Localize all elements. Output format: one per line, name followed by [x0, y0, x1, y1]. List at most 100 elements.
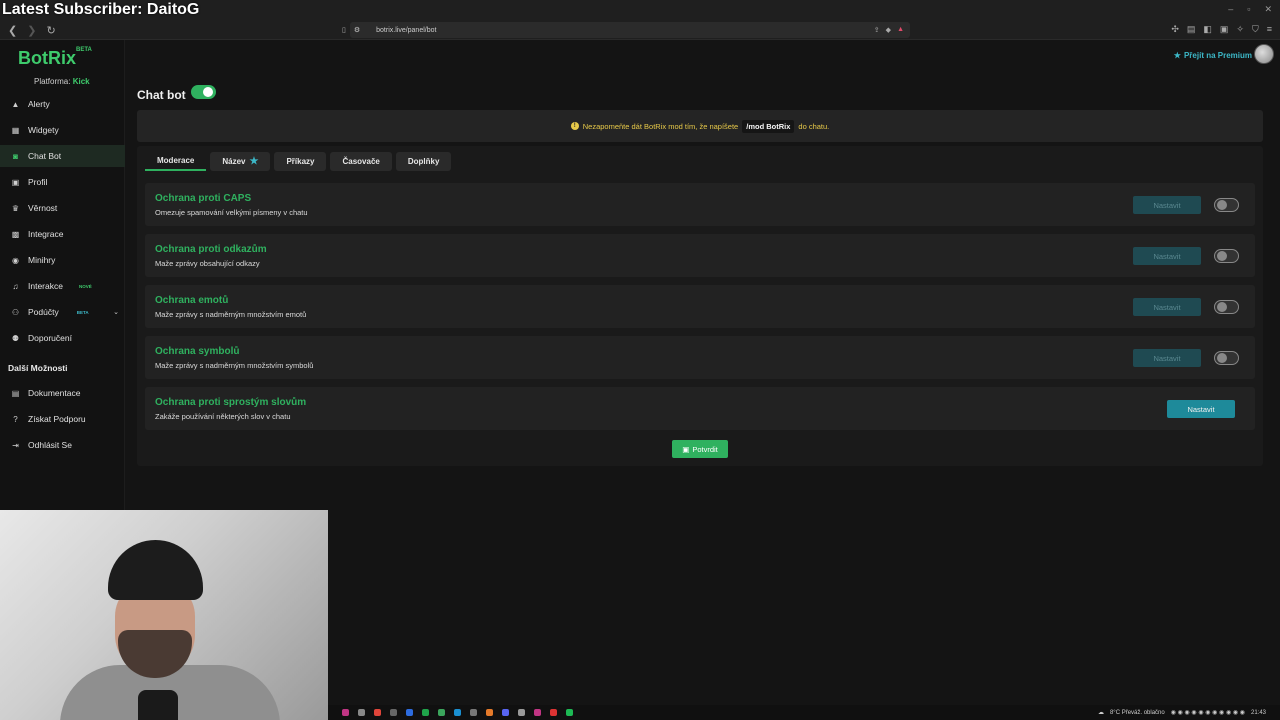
sidebar-item-minihry[interactable]: ◉ Minihry	[0, 249, 125, 271]
avatar[interactable]	[1254, 44, 1274, 64]
rewards-icon[interactable]: ▲	[897, 26, 904, 34]
music-icon: ♫	[12, 281, 19, 291]
rule-description: Maže zprávy s nadměrným množstvím symbol…	[155, 361, 314, 370]
maximize-icon[interactable]: ▫	[1247, 4, 1250, 15]
save-icon: ▣	[682, 444, 690, 454]
configure-button[interactable]: Nastavit	[1133, 196, 1201, 214]
app-icon[interactable]	[438, 709, 445, 716]
app-icon[interactable]	[534, 709, 541, 716]
tab-prikazy[interactable]: Příkazy	[274, 152, 327, 171]
site-settings-icon[interactable]: ⚙	[354, 26, 360, 34]
warning-icon: !	[570, 122, 579, 130]
weather-text[interactable]: 8°C Převáž. oblačno	[1110, 710, 1165, 716]
taskbar: ☁ 8°C Převáž. oblačno ◉ ◉ ◉ ◉ ◉ ◉ ◉ ◉ ◉ …	[328, 705, 1280, 720]
rule-title: Ochrana proti sprostým slovům	[155, 397, 307, 408]
sidebar-item-dokumentace[interactable]: ▤ Dokumentace	[0, 382, 125, 404]
url-text[interactable]: botrix.live/panel/bot	[376, 27, 436, 34]
brave-icon[interactable]	[374, 709, 381, 716]
instagram-icon[interactable]	[342, 709, 349, 716]
notice-command: /mod BotRix	[742, 119, 795, 133]
extensions-icon[interactable]: ✣	[1171, 24, 1179, 35]
sidebar-icon[interactable]: ◧	[1203, 24, 1212, 35]
tab-doplnky[interactable]: Doplňky	[395, 152, 452, 171]
tab-nazev[interactable]: Název ★	[210, 152, 271, 171]
premium-link[interactable]: ★ Přejít na Premium	[1174, 51, 1252, 60]
integration-icon: ▩	[11, 229, 20, 239]
chatbot-enable-toggle[interactable]	[191, 85, 216, 99]
rule-description: Maže zprávy s nadměrným množstvím emotů	[155, 310, 307, 319]
browser-nav: ❮ ❯ ↻	[8, 24, 56, 37]
vpn-icon[interactable]: ⛉	[1252, 24, 1259, 35]
address-bar[interactable]: ▯ ⚙ botrix.live/panel/bot ⇪ ◆ ▲	[342, 22, 910, 38]
rule-title: Ochrana proti CAPS	[155, 193, 252, 204]
confirm-button[interactable]: ▣ Potvrdit	[672, 440, 728, 458]
bookmark-icon[interactable]: ▯	[342, 26, 346, 34]
grid-icon: ▦	[11, 125, 20, 135]
bot-icon: ◙	[13, 151, 18, 161]
sidebar-item-podpora[interactable]: ? Získat Podporu	[0, 408, 125, 430]
taskbar-apps	[342, 709, 573, 716]
discord-icon[interactable]	[502, 709, 509, 716]
sidebar-item-odhlasit[interactable]: ⇥ Odhlásit Se	[0, 434, 125, 456]
close-icon[interactable]: ✕	[1264, 4, 1272, 15]
weather-icon: ☁	[1097, 710, 1104, 716]
sidebar-item-doporuceni[interactable]: ⚉ Doporučení	[0, 327, 125, 349]
sidebar-item-alerty[interactable]: ▲ Alerty	[0, 93, 125, 115]
spotify-icon[interactable]	[566, 709, 573, 716]
logo[interactable]: BotRixBETA	[18, 47, 92, 69]
users-icon: ⚇	[11, 307, 20, 317]
clock[interactable]: 21:43	[1251, 710, 1266, 716]
app-icon[interactable]	[470, 709, 477, 716]
rule-toggle[interactable]	[1214, 351, 1239, 365]
sidebar-item-widgety[interactable]: ▦ Widgety	[0, 119, 125, 141]
logout-icon: ⇥	[12, 440, 19, 450]
app-icon[interactable]	[422, 709, 429, 716]
rule-description: Zakáže používání některých slov v chatu	[155, 412, 291, 421]
share-icon[interactable]: ⇪	[874, 26, 880, 34]
rule-title: Ochrana proti odkazům	[155, 244, 267, 255]
app-icon[interactable]	[358, 709, 365, 716]
sidebar-item-vernost[interactable]: ♛ Věrnost	[0, 197, 125, 219]
platform-label: Platforma: Kick	[34, 77, 90, 86]
wallet-icon[interactable]: ▣	[1220, 24, 1229, 35]
rule-toggle[interactable]	[1214, 249, 1239, 263]
sidebar-item-chat-bot[interactable]: ◙ Chat Bot	[0, 145, 125, 167]
rule-description: Omezuje spamování velkými písmeny v chat…	[155, 208, 308, 217]
menu-icon[interactable]: ≡	[1267, 24, 1272, 35]
tab-casovace[interactable]: Časovače	[330, 152, 392, 171]
app-icon[interactable]	[518, 709, 525, 716]
tab-moderace[interactable]: Moderace	[145, 152, 207, 171]
minimize-icon[interactable]: –	[1228, 4, 1233, 15]
rule-title: Ochrana symbolů	[155, 346, 240, 357]
sidebar-item-interakce[interactable]: ♫ Interakce NOVÉ	[0, 275, 125, 297]
chevron-right-icon[interactable]: ❯	[27, 24, 36, 37]
tab-bar: Moderace Název ★ Příkazy Časovače Doplňky	[145, 152, 452, 171]
sidebar-item-integrace[interactable]: ▩ Integrace	[0, 223, 125, 245]
app-icon[interactable]	[486, 709, 493, 716]
rule-symbols: Ochrana symbolů Maže zprávy s nadměrným …	[145, 336, 1255, 379]
chevron-left-icon[interactable]: ❮	[8, 24, 17, 37]
rule-description: Maže zprávy obsahující odkazy	[155, 259, 260, 268]
sidebar-item-profil[interactable]: ▣ Profil	[0, 171, 125, 193]
rule-caps: Ochrana proti CAPS Omezuje spamování vel…	[145, 183, 1255, 226]
ai-icon[interactable]: ✧	[1236, 24, 1244, 35]
section-title-more: Další Možnosti	[8, 363, 68, 373]
sidebar-item-poducty[interactable]: ⚇ Podúčty BETA ⌄	[0, 301, 125, 323]
rule-toggle[interactable]	[1214, 198, 1239, 212]
configure-button[interactable]: Nastavit	[1133, 247, 1201, 265]
app-icon[interactable]	[390, 709, 397, 716]
configure-button[interactable]: Nastavit	[1133, 298, 1201, 316]
reader-icon[interactable]: ▤	[1187, 24, 1196, 35]
app-icon[interactable]	[550, 709, 557, 716]
configure-button[interactable]: Nastavit	[1133, 349, 1201, 367]
app-icon[interactable]	[406, 709, 413, 716]
chevron-down-icon[interactable]: ⌄	[113, 308, 119, 316]
rule-toggle[interactable]	[1214, 300, 1239, 314]
edge-icon[interactable]	[454, 709, 461, 716]
beta-badge: BETA	[76, 309, 89, 315]
tray-icons[interactable]: ◉ ◉ ◉ ◉ ◉ ◉ ◉ ◉ ◉ ◉ ◉	[1171, 709, 1245, 716]
reload-icon[interactable]: ↻	[46, 24, 55, 37]
rule-links: Ochrana proti odkazům Maže zprávy obsahu…	[145, 234, 1255, 277]
configure-button[interactable]: Nastavit	[1167, 400, 1235, 418]
shield-icon[interactable]: ◆	[886, 26, 891, 34]
